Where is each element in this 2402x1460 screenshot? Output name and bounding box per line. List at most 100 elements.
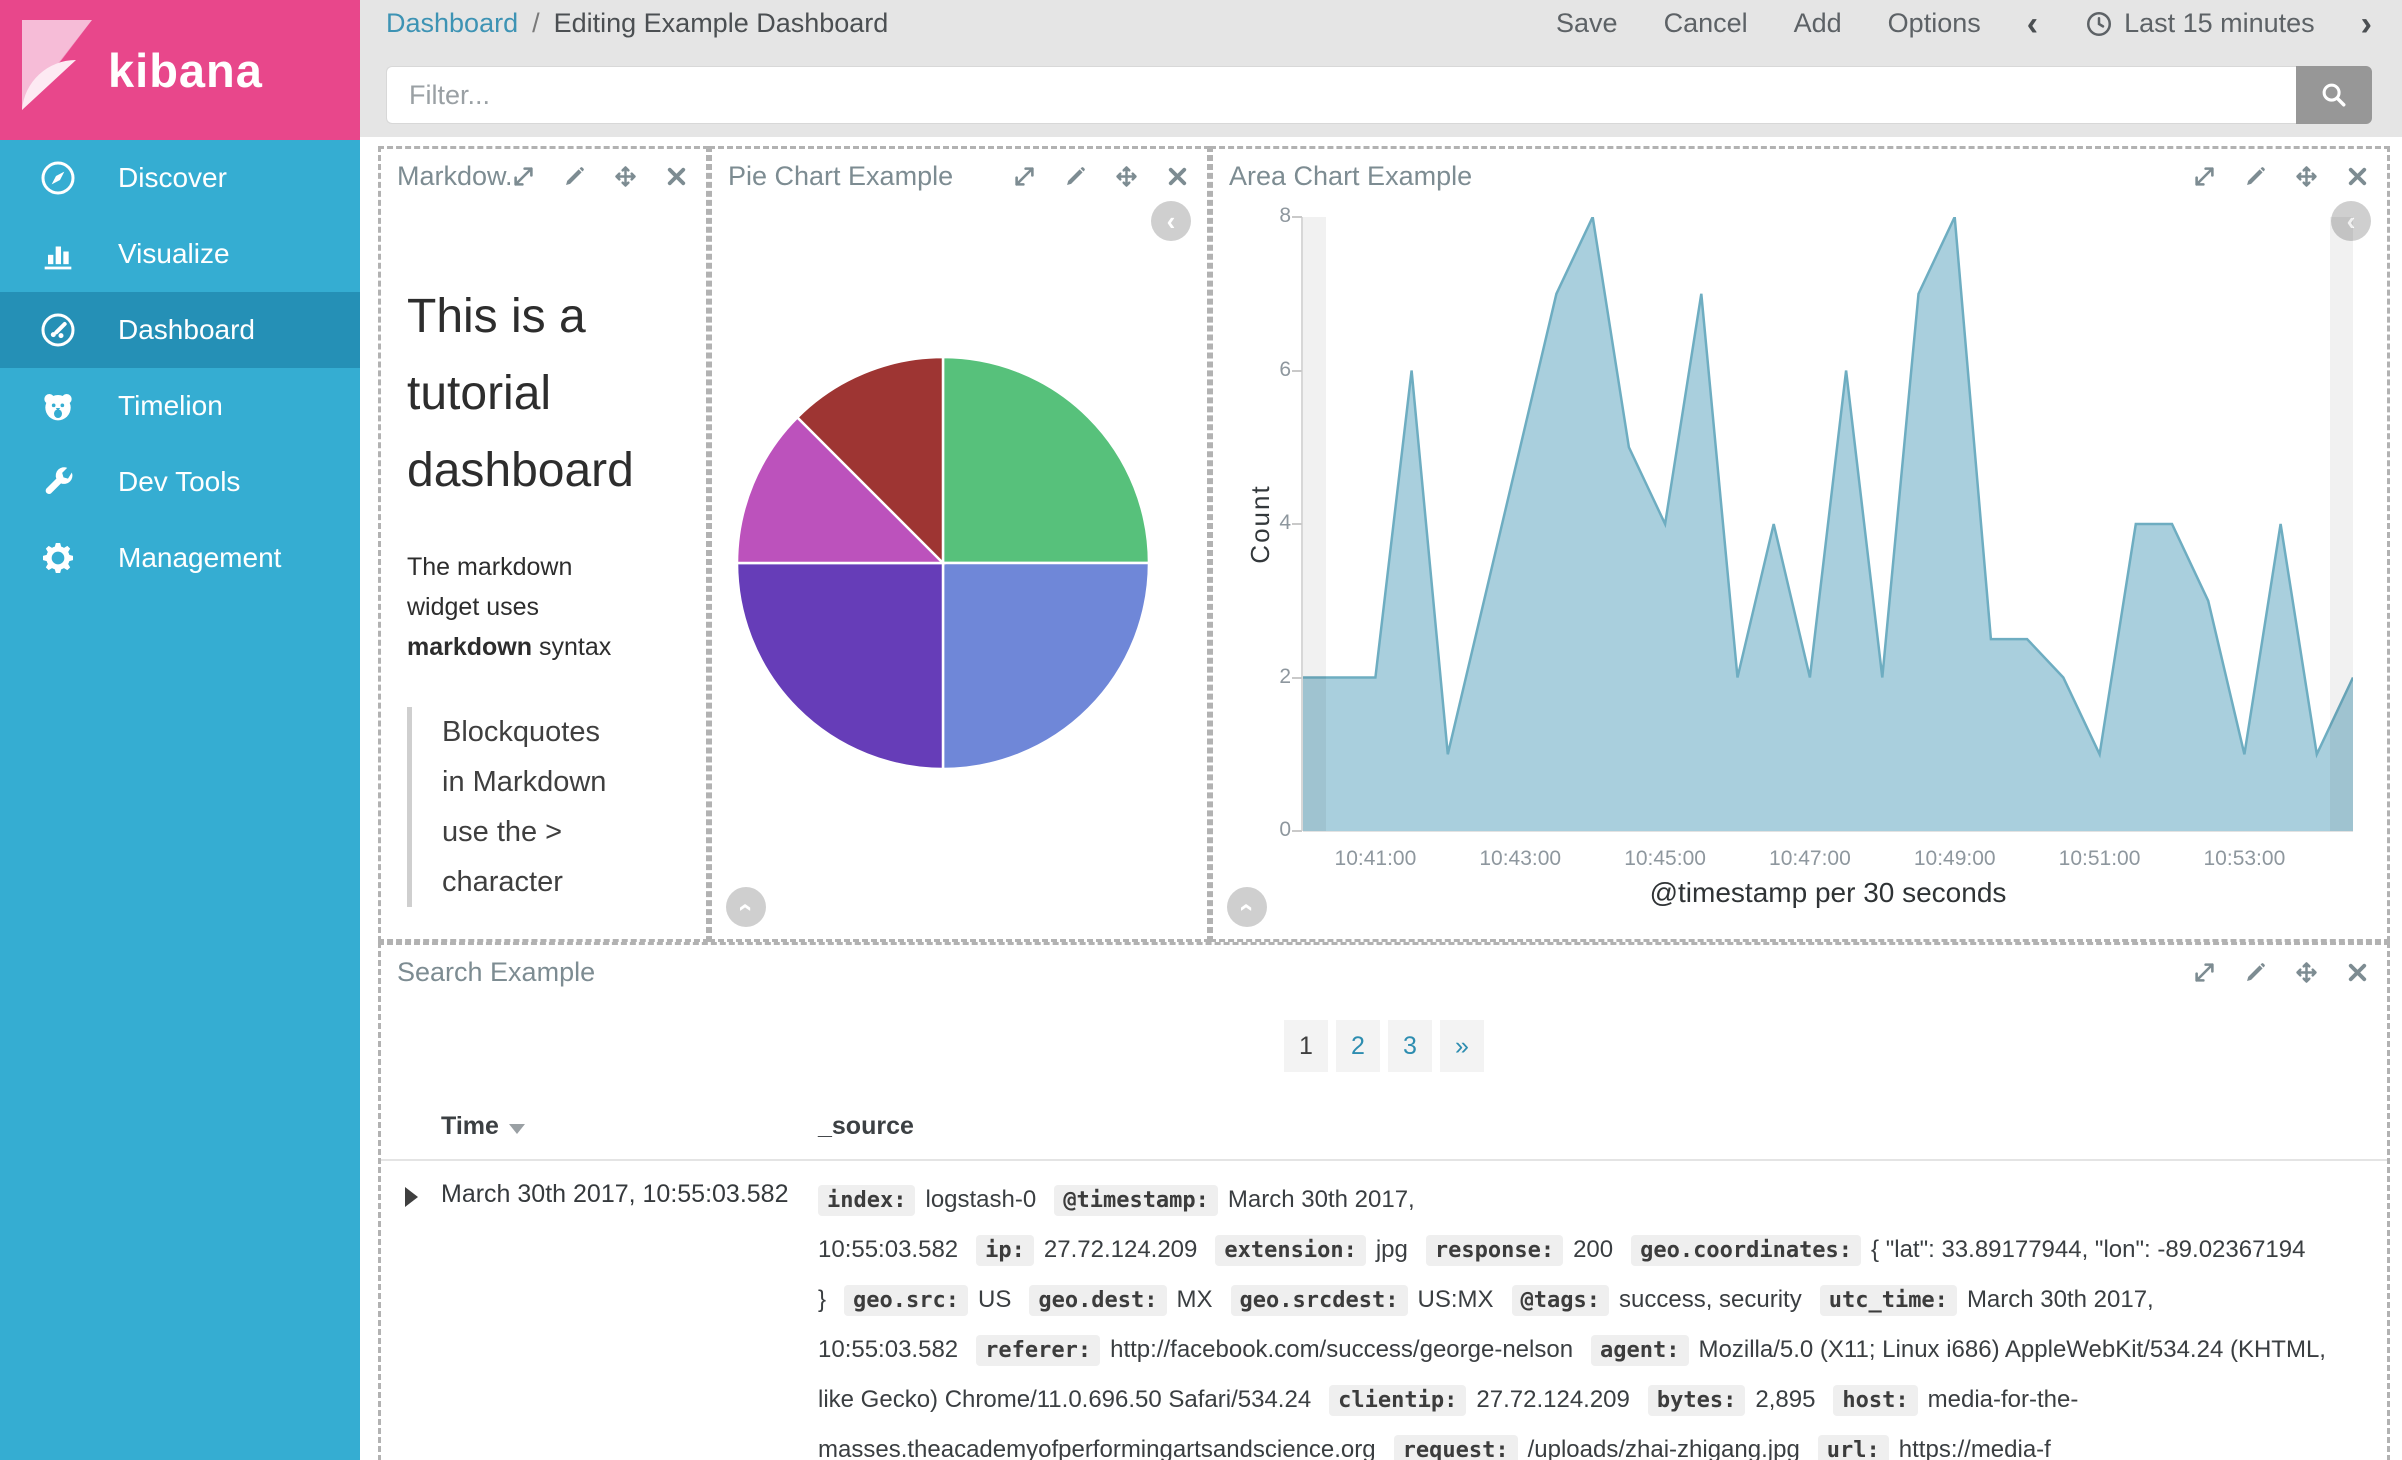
panel-markdown: Markdow... This is a tutorial dashboard … — [378, 146, 709, 942]
pie-slice[interactable] — [737, 563, 943, 769]
move-panel-icon[interactable] — [612, 163, 639, 190]
legend-toggle-button[interactable]: ‹ — [1151, 201, 1191, 241]
field-name-badge: @timestamp: — [1054, 1185, 1218, 1216]
field-name-badge: geo.coordinates: — [1631, 1235, 1861, 1266]
compass-icon — [38, 158, 78, 198]
spy-panel-toggle-button[interactable]: ‹ — [726, 887, 766, 927]
time-forward-button[interactable]: › — [2361, 7, 2372, 41]
field-value: US:MX — [1418, 1286, 1494, 1313]
breadcrumb-dashboard-link[interactable]: Dashboard — [386, 8, 518, 39]
dashboard-gauge-icon — [38, 310, 78, 350]
close-panel-icon[interactable] — [2344, 959, 2371, 986]
x-tick-label: 10:43:00 — [1479, 847, 1561, 871]
move-panel-icon[interactable] — [2293, 959, 2320, 986]
expand-panel-icon[interactable] — [2191, 959, 2218, 986]
edit-pencil-icon[interactable] — [2242, 959, 2269, 986]
kibana-logo-icon — [14, 14, 100, 126]
expand-panel-icon[interactable] — [2191, 163, 2218, 190]
sidebar-item-visualize[interactable]: Visualize — [0, 216, 360, 292]
filter-input[interactable] — [386, 66, 2296, 124]
expand-panel-icon[interactable] — [1011, 163, 1038, 190]
sidebar-item-label: Timelion — [118, 390, 223, 422]
breadcrumb: Dashboard / Editing Example Dashboard Sa… — [360, 0, 2402, 47]
page-button-1[interactable]: 1 — [1284, 1020, 1328, 1072]
pie-slice[interactable] — [943, 563, 1149, 769]
expand-row-icon[interactable] — [405, 1187, 418, 1207]
clock-icon — [2084, 9, 2114, 39]
x-tick-label: 10:45:00 — [1624, 847, 1706, 871]
y-tick-label: 0 — [1231, 818, 1291, 842]
breadcrumb-separator: / — [532, 8, 540, 39]
panel-title: Area Chart Example — [1229, 161, 1472, 192]
panel-controls — [510, 163, 690, 190]
close-panel-icon[interactable] — [663, 163, 690, 190]
markdown-bold-text: markdown — [407, 633, 532, 661]
field-name-badge: bytes: — [1648, 1385, 1745, 1416]
area-chart[interactable] — [1303, 217, 2353, 831]
field-value: 27.72.124.209 — [1476, 1386, 1629, 1413]
page-button-2[interactable]: 2 — [1336, 1020, 1380, 1072]
panel-title: Pie Chart Example — [728, 161, 953, 192]
field-name-badge: index: — [818, 1185, 915, 1216]
cancel-button[interactable]: Cancel — [1664, 8, 1748, 39]
field-value: 2,895 — [1755, 1386, 1815, 1413]
sidebar-item-dashboard[interactable]: Dashboard — [0, 292, 360, 368]
timepicker-label: Last 15 minutes — [2124, 8, 2315, 39]
options-button[interactable]: Options — [1888, 8, 1981, 39]
field-name-badge: agent: — [1591, 1335, 1688, 1366]
page-button-next[interactable]: » — [1440, 1020, 1484, 1072]
spy-panel-toggle-button[interactable]: ‹ — [1227, 887, 1267, 927]
search-button[interactable] — [2296, 66, 2372, 124]
sidebar: kibana Discover Visualize — [0, 0, 360, 1460]
y-tick-mark — [1292, 677, 1302, 679]
x-axis-line — [1303, 831, 2353, 832]
kibana-app: kibana Discover Visualize — [0, 0, 2402, 1460]
y-tick-label: 6 — [1231, 358, 1291, 382]
add-button[interactable]: Add — [1794, 8, 1842, 39]
field-name-badge: geo.srcdest: — [1231, 1285, 1408, 1316]
move-panel-icon[interactable] — [2293, 163, 2320, 190]
top-bar: Dashboard / Editing Example Dashboard Sa… — [360, 0, 2402, 137]
y-tick-mark — [1292, 370, 1302, 372]
field-value: logstash-0 — [925, 1186, 1036, 1213]
panel-pie-chart: Pie Chart Example ‹ ‹ — [709, 146, 1210, 942]
page-button-3[interactable]: 3 — [1388, 1020, 1432, 1072]
time-back-button[interactable]: ‹ — [2027, 7, 2038, 41]
sidebar-item-dev-tools[interactable]: Dev Tools — [0, 444, 360, 520]
gear-icon — [38, 538, 78, 578]
y-tick-mark — [1292, 216, 1302, 218]
pie-slice[interactable] — [943, 357, 1149, 563]
sidebar-item-management[interactable]: Management — [0, 520, 360, 596]
field-name-badge: extension: — [1215, 1235, 1365, 1266]
chevron-up-icon: ‹ — [1231, 903, 1262, 912]
filter-bar — [360, 47, 2402, 124]
sort-desc-icon — [509, 1124, 525, 1134]
move-panel-icon[interactable] — [1113, 163, 1140, 190]
field-value: jpg — [1376, 1236, 1408, 1263]
lion-face-icon — [38, 386, 78, 426]
column-header-time[interactable]: Time — [441, 1112, 818, 1141]
pie-chart[interactable] — [733, 353, 1153, 773]
sidebar-item-discover[interactable]: Discover — [0, 140, 360, 216]
row-source: index:logstash-0@timestamp:March 30th 20… — [818, 1175, 2350, 1460]
close-panel-icon[interactable] — [2344, 163, 2371, 190]
sidebar-item-label: Dashboard — [118, 314, 255, 346]
field-value: 200 — [1573, 1236, 1613, 1263]
table-row: March 30th 2017, 10:55:03.582 index:logs… — [381, 1161, 2387, 1460]
sidebar-item-timelion[interactable]: Timelion — [0, 368, 360, 444]
field-value: https://media-f — [1899, 1436, 2051, 1460]
edit-pencil-icon[interactable] — [561, 163, 588, 190]
field-value: /uploads/zhai-zhigang.jpg — [1528, 1436, 1800, 1460]
panel-header: Pie Chart Example — [712, 149, 1207, 192]
dashboard-grid: Markdow... This is a tutorial dashboard … — [378, 146, 2390, 1460]
markdown-heading: This is a tutorial dashboard — [407, 278, 677, 509]
field-value: success, security — [1619, 1286, 1802, 1313]
panel-header: Markdow... — [381, 149, 706, 192]
edit-pencil-icon[interactable] — [2242, 163, 2269, 190]
close-panel-icon[interactable] — [1164, 163, 1191, 190]
save-button[interactable]: Save — [1556, 8, 1618, 39]
chevron-left-icon: ‹ — [1167, 206, 1176, 237]
edit-pencil-icon[interactable] — [1062, 163, 1089, 190]
expand-panel-icon[interactable] — [510, 163, 537, 190]
timepicker-button[interactable]: Last 15 minutes — [2084, 8, 2315, 39]
